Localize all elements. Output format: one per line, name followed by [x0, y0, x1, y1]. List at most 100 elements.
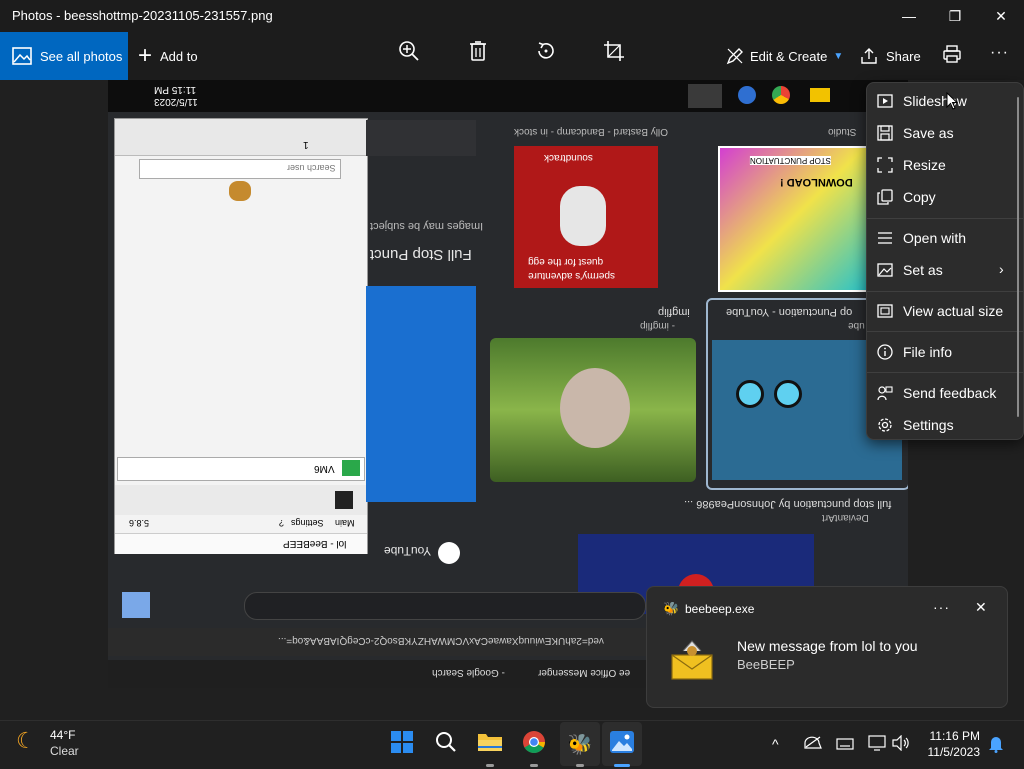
menu-item-label: View actual size — [903, 303, 1004, 319]
start-button[interactable] — [382, 722, 422, 766]
minimize-button[interactable]: — — [886, 0, 932, 32]
image-beebeep-toolbar — [115, 485, 367, 515]
menu-item-open-with[interactable]: Open with — [867, 222, 1023, 254]
windows-icon — [391, 730, 413, 758]
image-beebeep-window: 1 Search user VM6 5.8.6 ? Settings Main … — [114, 118, 368, 554]
image-card4-eye-right — [774, 380, 802, 408]
zoom-in-icon — [398, 40, 420, 62]
image-card1-caption: Olly Bastard - Bandcamp - in stock — [514, 126, 668, 137]
image-card1-tag: soundtrack — [544, 152, 593, 163]
image-card5-caption: full stop punctuation by JohnsonPea986 .… — [684, 498, 892, 510]
clock[interactable]: 11:16 PM 11/5/2023 — [918, 729, 981, 761]
weather-temp: 44°F — [50, 728, 76, 742]
edit-create-label: Edit & Create — [750, 48, 828, 64]
crop-button[interactable] — [603, 40, 625, 62]
image-beebeep-titlebar: lol - BeeBEEP — [115, 533, 367, 554]
zoom-button[interactable] — [398, 40, 420, 62]
actual-size-icon — [877, 303, 893, 319]
image-beebeep-input: VM6 — [117, 457, 365, 481]
display-icon[interactable] — [868, 735, 886, 756]
mouse-cursor-icon — [946, 91, 959, 115]
tray-sync-icon[interactable] — [804, 735, 822, 756]
search-button[interactable] — [426, 722, 466, 766]
taskbar-chrome[interactable] — [514, 722, 554, 766]
menu-item-label: Send feedback — [903, 385, 997, 401]
folder-icon — [477, 731, 503, 758]
slideshow-icon — [877, 93, 893, 109]
print-button[interactable] — [942, 44, 962, 64]
search-icon — [435, 731, 457, 758]
edit-create-button[interactable]: Edit & Create ▼ — [726, 32, 843, 80]
add-to-button[interactable]: + Add to — [138, 32, 198, 80]
weather-desc: Clear — [50, 744, 79, 758]
photos-icon — [12, 47, 32, 65]
menu-separator — [867, 291, 1023, 292]
copy-icon — [877, 189, 893, 205]
image-card4-eye-left — [736, 380, 764, 408]
image-beebeep-tabs: 1 — [115, 119, 367, 156]
share-label: Share — [886, 48, 921, 64]
menu-item-label: Copy — [903, 189, 936, 205]
menu-item-label: Settings — [903, 417, 954, 433]
close-button[interactable]: ✕ — [978, 0, 1024, 32]
delete-button[interactable] — [468, 40, 488, 62]
info-icon — [877, 344, 893, 360]
add-to-label: Add to — [160, 48, 198, 64]
chevron-down-icon: ▼ — [833, 50, 844, 62]
edit-icon — [726, 47, 744, 65]
mail-icon — [669, 637, 715, 683]
menu-item-set-as[interactable]: Set as › — [867, 254, 1023, 286]
taskbar-photos[interactable] — [602, 722, 642, 766]
image-card3-cat — [560, 368, 630, 448]
menu-item-label: Resize — [903, 157, 946, 173]
image-card1-figure — [560, 186, 606, 246]
toast-sender: BeeBEEP — [737, 657, 795, 672]
menu-item-label: Set as — [903, 262, 943, 278]
taskbar-beebeep[interactable]: 🐝 — [560, 722, 600, 766]
menu-item-settings[interactable]: Settings — [867, 409, 1023, 441]
image-full-stop-text: Full Stop Punct — [370, 246, 472, 263]
menu-item-copy[interactable]: Copy — [867, 181, 1023, 213]
image-office-tab: ee Office Messenger — [538, 667, 631, 678]
toast-more-button[interactable]: ··· — [933, 599, 950, 615]
rotate-button[interactable] — [535, 40, 557, 62]
toast-close-button[interactable]: ✕ — [975, 599, 987, 616]
image-search-user-box: Search user — [139, 159, 341, 179]
chevron-up-icon[interactable]: ^ — [772, 736, 779, 752]
notification-bell-icon[interactable] — [988, 735, 1004, 758]
chevron-right-icon: › — [999, 261, 1004, 277]
menu-separator — [867, 218, 1023, 219]
menu-scrollbar[interactable] — [1017, 97, 1019, 417]
menu-item-file-info[interactable]: File info — [867, 336, 1023, 368]
image-taskbar-region: 11:15 PM 11/5/2023 — [108, 80, 908, 112]
image-card5-sub: DeviantArt — [822, 512, 869, 523]
maximize-button[interactable]: ❐ — [932, 0, 978, 32]
image-search-user-text: Search user — [287, 163, 336, 173]
image-menu-main: Main — [335, 518, 355, 528]
taskbar-file-explorer[interactable] — [470, 722, 510, 766]
rotate-icon — [535, 40, 557, 62]
clock-time: 11:16 PM — [929, 729, 980, 743]
menu-item-slideshow[interactable]: Slideshow — [867, 85, 1023, 117]
keyboard-icon[interactable] — [836, 737, 854, 755]
more-options-button[interactable]: ··· — [990, 44, 1009, 62]
menu-separator — [867, 331, 1023, 332]
menu-item-save-as[interactable]: Save as — [867, 117, 1023, 149]
moon-icon: ☾ — [16, 728, 36, 753]
image-input-value: VM6 — [314, 463, 335, 474]
image-version: 5.8.6 — [129, 518, 150, 528]
share-button[interactable]: Share — [860, 32, 921, 80]
notification-toast[interactable]: 🐝 beebeep.exe ··· ✕ New message from lol… — [646, 586, 1008, 708]
image-tray-icon — [688, 84, 722, 108]
menu-item-resize[interactable]: Resize — [867, 149, 1023, 181]
image-card2-caption: Studio — [828, 126, 857, 137]
image-card1-sub: quest for the egg — [528, 256, 604, 267]
menu-item-view-actual-size[interactable]: View actual size — [867, 295, 1023, 327]
image-card3-cat-photo — [490, 338, 696, 482]
volume-icon[interactable] — [892, 734, 910, 756]
menu-item-send-feedback[interactable]: Send feedback — [867, 377, 1023, 409]
running-indicator — [576, 764, 584, 767]
see-all-photos-button[interactable]: See all photos — [0, 32, 128, 80]
running-indicator — [530, 764, 538, 767]
share-icon — [860, 47, 878, 65]
